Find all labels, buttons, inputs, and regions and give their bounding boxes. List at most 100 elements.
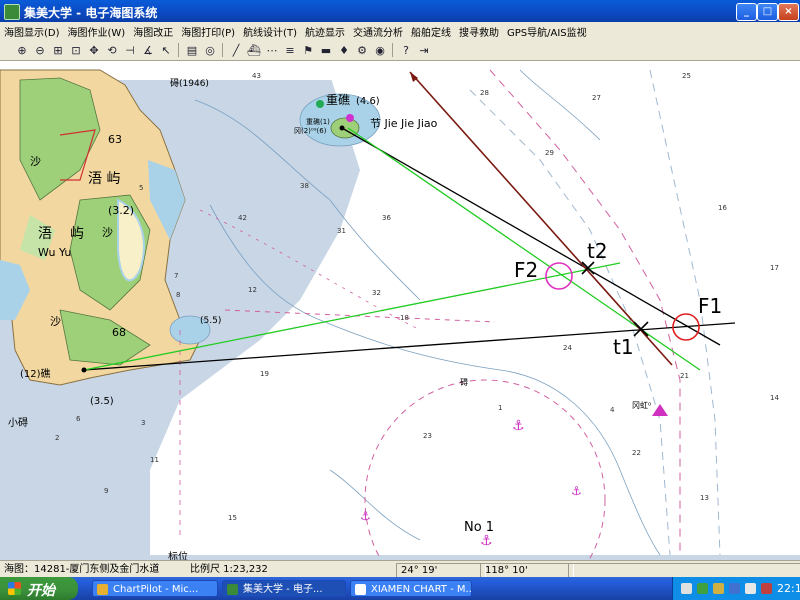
- close-button[interactable]: ×: [778, 3, 799, 21]
- svg-text:25: 25: [682, 72, 691, 80]
- tray-icon[interactable]: [681, 583, 692, 594]
- taskbar: 开始 ChartPilot - Mic... 集美大学 - 电子... XIAM…: [0, 577, 800, 600]
- menu-chart-work[interactable]: 海图作业(W): [64, 22, 130, 39]
- svg-text:23: 23: [423, 432, 432, 440]
- system-tray: 22:1: [672, 577, 800, 600]
- label-wreck-year: 碍(1946): [170, 78, 209, 89]
- label-small: 小碍: [8, 417, 28, 429]
- tray-icon[interactable]: [697, 583, 708, 594]
- route-tool-icon[interactable]: ⋯: [264, 42, 280, 58]
- label-chongjiao: 重礁: [326, 92, 350, 107]
- svg-text:5: 5: [139, 184, 143, 192]
- svg-text:17: 17: [770, 264, 779, 272]
- task-chartpilot[interactable]: ChartPilot - Mic...: [92, 580, 218, 597]
- menu-track-display[interactable]: 航迹显示: [301, 22, 349, 39]
- label-anchorage: No 1: [464, 520, 494, 535]
- svg-text:2: 2: [55, 434, 59, 442]
- select-arrow-icon[interactable]: ↖: [158, 42, 174, 58]
- svg-text:27: 27: [592, 94, 601, 102]
- svg-text:7: 7: [174, 272, 178, 280]
- status-latitude: 24° 19' 34.96"N: [396, 563, 486, 589]
- layer-tool-icon[interactable]: ≡: [282, 42, 298, 58]
- exit-icon[interactable]: ⇥: [416, 42, 432, 58]
- flag-tool-icon[interactable]: ⚑: [300, 42, 316, 58]
- pan-icon[interactable]: ✥: [86, 42, 102, 58]
- svg-text:43: 43: [252, 72, 261, 80]
- label-sand: 沙: [50, 315, 61, 328]
- menu-bar: 海图显示(D) 海图作业(W) 海图改正 海图打印(P) 航线设计(T) 航迹显示 交通流分…: [0, 22, 800, 41]
- print-icon[interactable]: ▤: [184, 42, 200, 58]
- toolbar: ⊕ ⊖ ⊞ ⊡ ✥ ⟲ ⊣ ∡ ↖ ▤ ◎ ╱ ⛴ ⋯ ≡ ⚑ ▬ ♦ ⚙ ◉ …: [0, 40, 800, 61]
- label-reef-depth: (5.5): [200, 316, 221, 326]
- anchor-icon: ⚓: [360, 509, 371, 523]
- range-bearing-icon[interactable]: ∡: [140, 42, 156, 58]
- start-point: [81, 367, 87, 373]
- title-bar: 集美大学 - 电子海图系统 _ □ ×: [0, 0, 800, 22]
- label-reef-sub: 重礁(1): [306, 117, 330, 126]
- menu-search-rescue[interactable]: 搜寻救助: [455, 22, 503, 39]
- volume-icon[interactable]: [745, 583, 756, 594]
- label-sand: 沙: [30, 155, 41, 168]
- windows-logo-icon: [8, 582, 21, 595]
- tray-icon[interactable]: [729, 583, 740, 594]
- view-eye-icon[interactable]: ◉: [372, 42, 388, 58]
- status-scale: 比例尺 1:23,232: [190, 564, 268, 575]
- tray-icon[interactable]: [713, 583, 724, 594]
- label-t2: t2: [587, 239, 608, 263]
- zoom-full-icon[interactable]: ⊡: [68, 42, 84, 58]
- document-icon: [355, 584, 366, 595]
- buoy-tool-icon[interactable]: ♦: [336, 42, 352, 58]
- maximize-button[interactable]: □: [757, 3, 778, 21]
- svg-text:11: 11: [150, 456, 159, 464]
- app-icon: [227, 584, 238, 595]
- chart-canvas[interactable]: ⚓ ⚓ ⚓ ⚓ F1 F2 t1 t2 浯 屿 浯 屿 Wu Yu 沙 沙 沙 …: [0, 61, 800, 560]
- status-longitude: 118° 10' 32.75"E: [480, 563, 574, 589]
- svg-text:15: 15: [228, 514, 237, 522]
- zoom-in-icon[interactable]: ⊕: [14, 42, 30, 58]
- anchor-icon: ⚓: [480, 533, 493, 549]
- task-jimei-chart[interactable]: 集美大学 - 电子...: [222, 580, 346, 597]
- label-island-en: Wu Yu: [38, 246, 71, 259]
- label-reef-sub: 冈(2)⁰⁹(6): [294, 127, 327, 135]
- svg-text:22: 22: [632, 449, 641, 457]
- refresh-icon[interactable]: ⟲: [104, 42, 120, 58]
- line-tool-icon[interactable]: ╱: [228, 42, 244, 58]
- menu-gps-ais[interactable]: GPS导航/AIS监视: [503, 22, 591, 39]
- svg-text:9: 9: [104, 487, 108, 495]
- task-xiamen-chart[interactable]: XIAMEN CHART - M...: [350, 580, 472, 597]
- svg-text:31: 31: [337, 227, 346, 235]
- menu-ship-routing[interactable]: 船舶定线: [407, 22, 455, 39]
- menu-chart-correction[interactable]: 海图改正: [129, 22, 177, 39]
- menu-chart-print[interactable]: 海图打印(P): [177, 22, 239, 39]
- svg-text:36: 36: [382, 214, 391, 222]
- compass-icon[interactable]: ◎: [202, 42, 218, 58]
- settings-icon[interactable]: ⚙: [354, 42, 370, 58]
- measure-distance-icon[interactable]: ⊣: [122, 42, 138, 58]
- menu-traffic-analysis[interactable]: 交通流分析: [349, 22, 407, 39]
- start-button[interactable]: 开始: [0, 577, 78, 600]
- deep-water-top: [0, 61, 800, 80]
- ship-symbol-icon[interactable]: ⛴: [246, 42, 262, 58]
- tray-icon[interactable]: [761, 583, 772, 594]
- svg-text:16: 16: [718, 204, 727, 212]
- nautical-chart[interactable]: ⚓ ⚓ ⚓ ⚓ F1 F2 t1 t2 浯 屿 浯 屿 Wu Yu 沙 沙 沙 …: [0, 61, 800, 560]
- zoom-out-icon[interactable]: ⊖: [32, 42, 48, 58]
- menu-chart-display[interactable]: 海图显示(D): [0, 22, 64, 39]
- label-island-name: 浯 屿: [88, 171, 120, 187]
- reef-marker: [316, 100, 324, 108]
- svg-text:14: 14: [770, 394, 779, 402]
- zoom-window-icon[interactable]: ⊞: [50, 42, 66, 58]
- ship-tool-icon[interactable]: ▬: [318, 42, 334, 58]
- svg-text:29: 29: [545, 149, 554, 157]
- label-jiejie-jiao: 节 Jie Jie Jiao: [370, 117, 438, 130]
- label-t1: t1: [613, 335, 634, 359]
- clock: 22:1: [777, 582, 800, 595]
- label-hill: 68: [112, 326, 126, 339]
- minimize-button[interactable]: _: [736, 3, 757, 21]
- svg-text:12: 12: [248, 286, 257, 294]
- svg-text:4: 4: [610, 406, 615, 414]
- status-empty-panel: [568, 563, 800, 578]
- menu-route-design[interactable]: 航线设计(T): [239, 22, 301, 39]
- help-icon[interactable]: ?: [398, 42, 414, 58]
- anchor-icon: ⚓: [571, 484, 582, 498]
